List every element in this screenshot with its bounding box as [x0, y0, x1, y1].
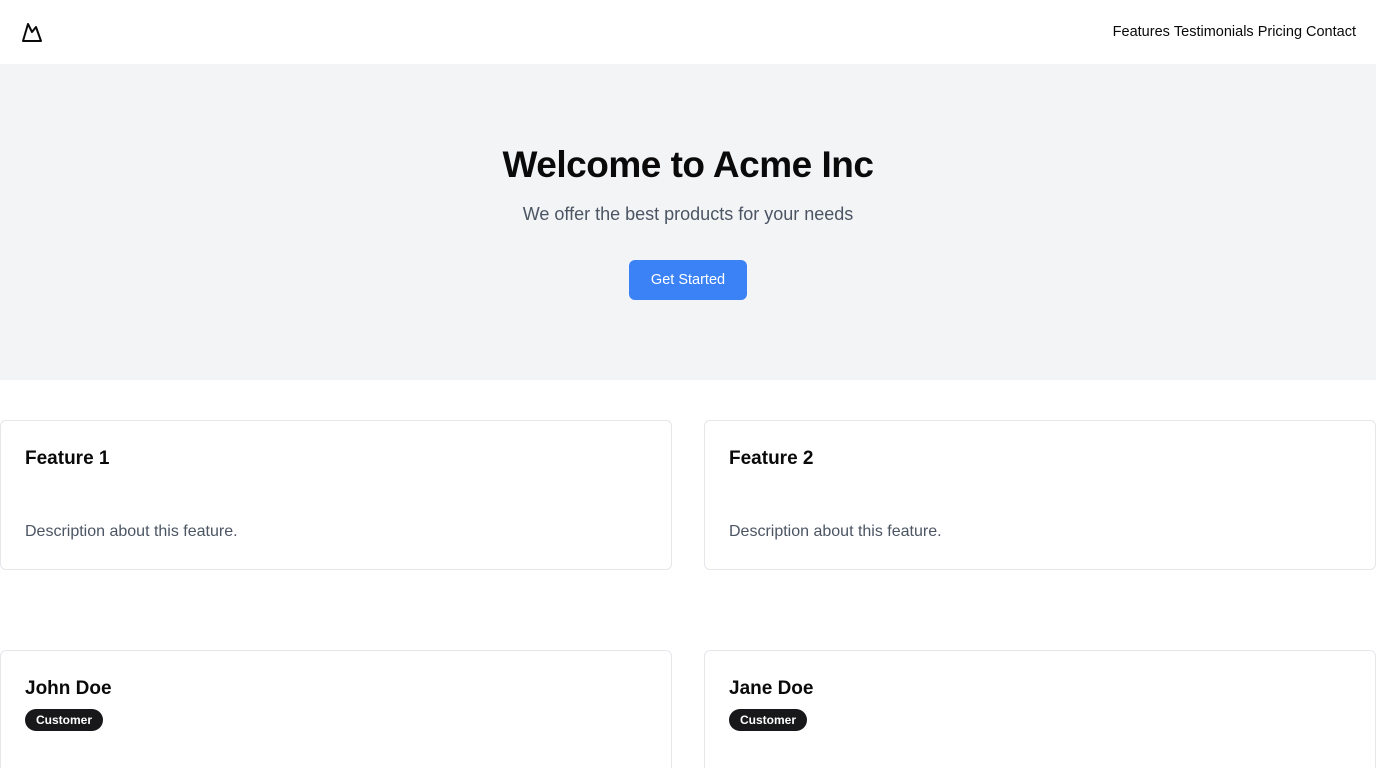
feature-description: Description about this feature.	[729, 523, 942, 540]
feature-description: Description about this feature.	[25, 523, 238, 540]
testimonial-card: Jane Doe Customer	[704, 650, 1376, 768]
customer-badge: Customer	[25, 709, 104, 731]
hero-subtitle: We offer the best products for your need…	[522, 204, 854, 224]
testimonial-name: Jane Doe	[729, 678, 814, 699]
main-nav: Features Testimonials Pricing Contact	[1113, 24, 1356, 40]
feature-title: Feature 1	[25, 448, 110, 469]
get-started-button[interactable]: Get Started	[629, 260, 747, 300]
features-section: Feature 1 Description about this feature…	[0, 420, 1376, 570]
feature-title: Feature 2	[729, 448, 814, 469]
feature-card: Feature 1 Description about this feature…	[0, 420, 672, 570]
testimonials-section: John Doe Customer Jane Doe Customer	[0, 650, 1376, 768]
testimonial-name: John Doe	[25, 678, 112, 699]
customer-badge: Customer	[729, 709, 808, 731]
nav-link-pricing[interactable]: Pricing	[1258, 24, 1302, 40]
feature-card: Feature 2 Description about this feature…	[704, 420, 1376, 570]
mountain-icon[interactable]	[20, 20, 44, 44]
nav-link-contact[interactable]: Contact	[1306, 24, 1356, 40]
nav-link-features[interactable]: Features	[1113, 24, 1170, 40]
hero-title: Welcome to Acme Inc	[502, 144, 874, 185]
site-header: Features Testimonials Pricing Contact	[0, 0, 1376, 64]
testimonial-card: John Doe Customer	[0, 650, 672, 768]
hero-section: Welcome to Acme Inc We offer the best pr…	[0, 64, 1376, 380]
nav-link-testimonials[interactable]: Testimonials	[1174, 24, 1254, 40]
